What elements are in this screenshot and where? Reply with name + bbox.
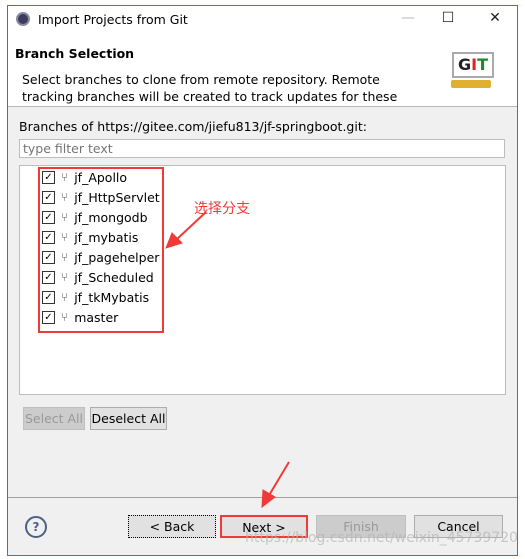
watermark: https://blog.csdn.net/weixin_45739720 [245,530,519,546]
arrow-to-branches [165,211,207,249]
annotation-arrows [165,211,290,509]
arrow-to-next [261,461,290,509]
